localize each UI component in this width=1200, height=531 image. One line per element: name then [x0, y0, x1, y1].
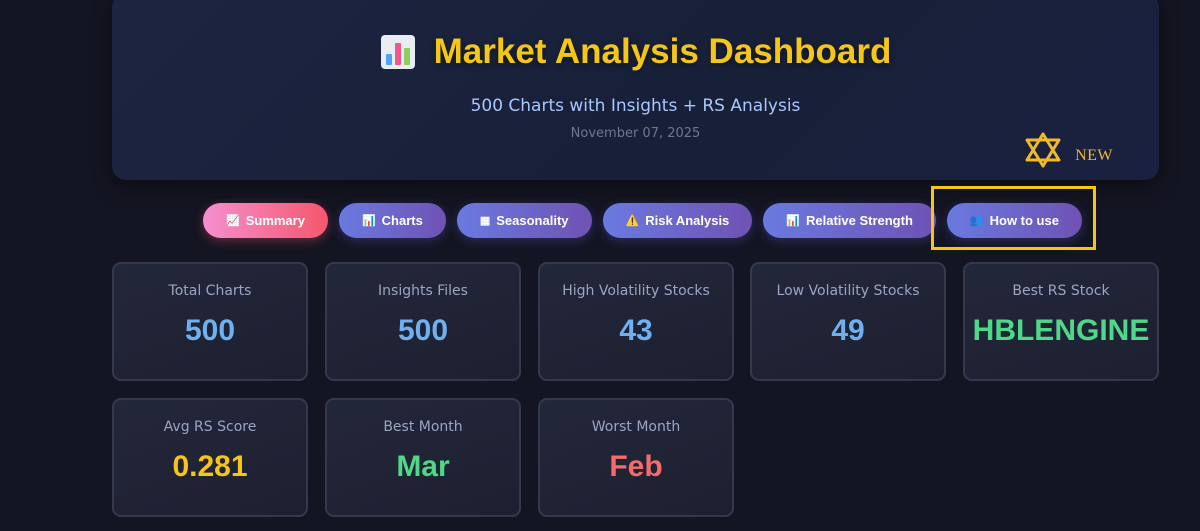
- tab-label: Seasonality: [496, 213, 569, 228]
- star-of-david-icon: [1025, 132, 1061, 168]
- stat-label: Best Month: [383, 419, 463, 435]
- tab-label: Charts: [381, 213, 423, 228]
- report-date: November 07, 2025: [570, 126, 701, 141]
- tab-label: Relative Strength: [805, 213, 913, 228]
- title-row: Market Analysis Dashboard: [112, 32, 1159, 72]
- tab-label: Risk Analysis: [645, 213, 730, 228]
- stat-value: HBLENGINE: [972, 314, 1150, 347]
- stat-value: 0.281: [172, 450, 248, 483]
- tab-charts[interactable]: 📊 Charts: [338, 203, 446, 238]
- stat-value: 500: [397, 314, 449, 347]
- bar-chart-icon: 📊: [361, 215, 376, 227]
- bar-chart-icon: 📊: [786, 215, 800, 227]
- stat-label: Insights Files: [378, 283, 468, 299]
- tab-summary[interactable]: 📈 Summary: [203, 203, 328, 238]
- highlight-frame: [931, 186, 1096, 250]
- stat-label: High Volatility Stocks: [562, 283, 710, 299]
- stat-value: Mar: [396, 450, 450, 483]
- stat-card-worst-month: Worst Month Feb: [538, 398, 734, 517]
- stat-card-best-rs-stock: Best RS Stock HBLENGINE: [963, 262, 1159, 381]
- stat-card-avg-rs-score: Avg RS Score 0.281: [112, 398, 308, 517]
- tab-risk-analysis[interactable]: ⚠️ Risk Analysis: [602, 203, 753, 238]
- stat-value: 500: [184, 314, 236, 347]
- stat-card-low-volatility: Low Volatility Stocks 49: [750, 262, 946, 381]
- stat-label: Total Charts: [168, 283, 252, 299]
- tab-seasonality[interactable]: ▦ Seasonality: [456, 203, 592, 238]
- tab-relative-strength[interactable]: 📊 Relative Strength: [763, 203, 936, 238]
- bar-chart-icon: [380, 35, 415, 69]
- page-title: Market Analysis Dashboard: [433, 32, 892, 71]
- tab-label: Summary: [245, 213, 305, 228]
- stat-card-insights-files: Insights Files 500: [325, 262, 521, 381]
- stat-card-best-month: Best Month Mar: [325, 398, 521, 517]
- stat-label: Worst Month: [591, 419, 681, 435]
- stat-card-total-charts: Total Charts 500: [112, 262, 308, 381]
- page-subtitle: 500 Charts with Insights + RS Analysis: [470, 96, 801, 116]
- stat-label: Best RS Stock: [1012, 283, 1110, 299]
- new-badge[interactable]: NEW: [1023, 132, 1113, 168]
- stat-label: Avg RS Score: [163, 419, 257, 435]
- stat-card-high-volatility: High Volatility Stocks 43: [538, 262, 734, 381]
- new-label: NEW: [1075, 147, 1113, 164]
- stat-value: 49: [831, 314, 865, 347]
- stat-label: Low Volatility Stocks: [776, 283, 920, 299]
- stat-value: 43: [619, 314, 653, 347]
- warning-icon: ⚠️: [625, 215, 640, 227]
- stat-value: Feb: [609, 450, 663, 483]
- dashboard-header: Market Analysis Dashboard 500 Charts wit…: [112, 0, 1159, 180]
- trend-chart-icon: 📈: [226, 215, 240, 227]
- calendar-icon: ▦: [479, 215, 491, 227]
